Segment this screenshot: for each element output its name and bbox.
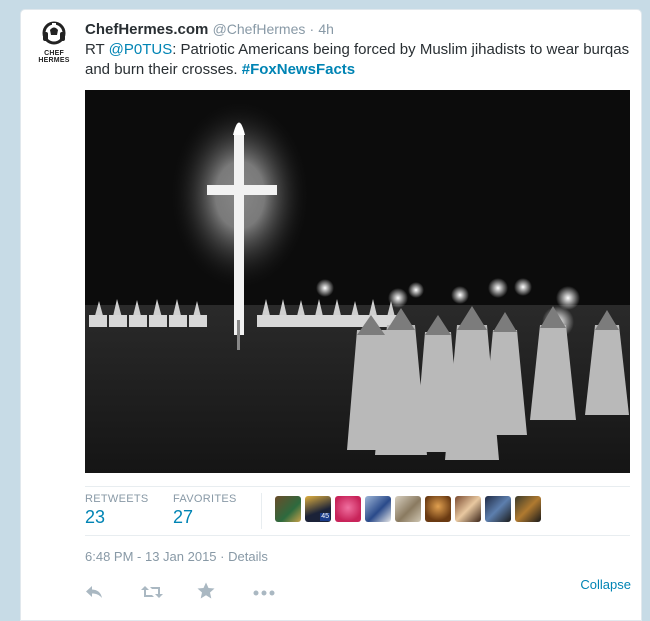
tweet-header: ChefHermes.com @ChefHermes · 4h <box>85 19 334 40</box>
avatar-text-chef: CHEF <box>44 50 64 57</box>
retweet-prefix: RT <box>85 41 109 58</box>
tweet-card: CHEF HERMES ChefHermes.com @ChefHermes ·… <box>20 9 642 621</box>
more-icon <box>253 590 275 596</box>
meta-separator: · <box>220 549 225 564</box>
retweet-icon <box>141 586 163 598</box>
retweets-stat[interactable]: RETWEETS 23 <box>85 493 149 528</box>
tweet-photo[interactable] <box>85 90 630 473</box>
favoriter-avatar[interactable] <box>425 496 451 522</box>
avatar-text-hermes: HERMES <box>38 57 70 64</box>
header-separator: · <box>309 21 315 37</box>
mention-link[interactable]: @P0TUS <box>109 41 173 58</box>
author-handle[interactable]: @ChefHermes <box>213 21 306 37</box>
favorites-label: FAVORITES <box>173 493 237 505</box>
favorites-count[interactable]: 27 <box>173 507 237 528</box>
favorites-stat[interactable]: FAVORITES 27 <box>173 493 237 528</box>
tweet-actions <box>85 582 309 604</box>
chef-hermes-logo-icon <box>42 21 66 45</box>
star-icon <box>197 582 215 599</box>
favoriters-avatars: 45 <box>275 496 541 522</box>
favoriter-avatar[interactable] <box>455 496 481 522</box>
favoriter-avatar[interactable] <box>395 496 421 522</box>
tweet-stats: RETWEETS 23 FAVORITES 27 45 <box>85 486 630 536</box>
reply-button[interactable] <box>85 582 141 604</box>
stats-divider <box>261 493 262 529</box>
more-button[interactable] <box>253 582 309 604</box>
hashtag-link[interactable]: #FoxNewsFacts <box>242 61 355 78</box>
favoriter-avatar[interactable] <box>335 496 361 522</box>
details-link[interactable]: Details <box>228 549 268 564</box>
favoriter-avatar[interactable] <box>485 496 511 522</box>
favoriter-avatar[interactable] <box>275 496 301 522</box>
favoriter-avatar[interactable]: 45 <box>305 496 331 522</box>
tweet-text: RT @P0TUS: Patriotic Americans being for… <box>85 40 630 80</box>
favoriter-avatar[interactable] <box>515 496 541 522</box>
tweet-meta: 6:48 PM - 13 Jan 2015 · Details <box>85 549 268 564</box>
retweets-count[interactable]: 23 <box>85 507 149 528</box>
relative-timestamp[interactable]: 4h <box>318 21 334 37</box>
avatar[interactable]: CHEF HERMES <box>34 20 74 80</box>
favoriter-badge: 45 <box>320 513 330 521</box>
favoriter-avatar[interactable] <box>365 496 391 522</box>
full-timestamp[interactable]: 6:48 PM - 13 Jan 2015 <box>85 549 217 564</box>
retweet-button[interactable] <box>141 582 197 604</box>
retweets-label: RETWEETS <box>85 493 149 505</box>
collapse-link[interactable]: Collapse <box>580 577 631 592</box>
reply-icon <box>86 586 102 598</box>
favorite-button[interactable] <box>197 582 253 604</box>
author-name[interactable]: ChefHermes.com <box>85 21 208 38</box>
